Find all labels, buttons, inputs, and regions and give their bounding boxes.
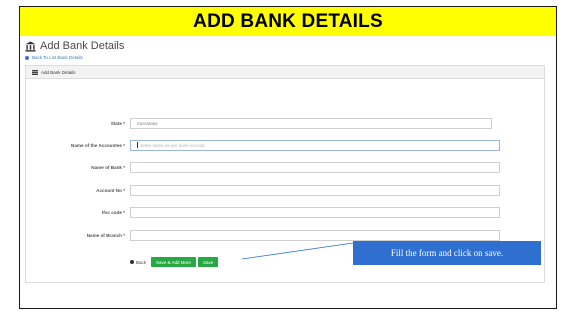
slide-banner: ADD BANK DETAILS — [20, 7, 556, 36]
back-circle-icon — [130, 260, 134, 264]
form-row-bank-name: Name of Bank * — [26, 161, 544, 173]
branch-label: Name of Branch * — [86, 232, 125, 238]
account-no-label: Account No * — [96, 187, 125, 193]
form-row-accountee: Name of the Accountee * Enter name as pe… — [26, 139, 544, 151]
form-row-branch: Name of Branch * — [26, 229, 544, 241]
page-title: Add Bank Details — [25, 40, 124, 52]
form-row-state: State * Karnataka — [26, 117, 544, 129]
account-no-input[interactable] — [130, 184, 500, 196]
accountee-placeholder: Enter name as per bank records — [140, 142, 205, 148]
back-to-list-link[interactable]: Back To List Bank Details — [25, 55, 83, 60]
save-add-more-button[interactable]: Save & Add More — [151, 257, 197, 267]
form-actions: Back Save & Add More Save — [130, 256, 220, 268]
banner-title: ADD BANK DETAILS — [193, 10, 383, 32]
callout-text: Fill the form and click on save. — [390, 248, 504, 258]
table-icon — [32, 69, 38, 75]
state-label: State * — [110, 120, 125, 126]
state-select[interactable]: Karnataka — [130, 117, 492, 129]
back-button-label: Back — [136, 259, 147, 265]
page-title-text: Add Bank Details — [40, 40, 125, 52]
accountee-input[interactable]: Enter name as per bank records — [130, 139, 500, 151]
text-caret — [137, 142, 138, 148]
form-row-ifsc: Ifsc code * — [26, 206, 544, 218]
back-arrow-icon — [25, 55, 29, 60]
accountee-label: Name of the Accountee * — [71, 142, 125, 148]
branch-input[interactable] — [130, 229, 500, 241]
state-value: Karnataka — [137, 120, 158, 126]
panel-heading-text: Add Bank Details — [41, 69, 76, 75]
callout-box: Fill the form and click on save. — [353, 241, 541, 265]
bank-name-label: Name of Bank * — [91, 164, 125, 170]
slide-frame: ADD BANK DETAILS Add Bank Details Back T… — [19, 6, 557, 309]
form-row-account-no: Account No * — [26, 184, 544, 196]
back-link-label[interactable]: Back To List Bank Details — [32, 55, 83, 60]
panel-heading: Add Bank Details — [26, 66, 544, 79]
ifsc-input[interactable] — [130, 206, 500, 218]
back-button[interactable]: Back — [130, 260, 146, 265]
save-button[interactable]: Save — [198, 257, 219, 267]
ifsc-label: Ifsc code * — [102, 209, 125, 215]
bank-icon — [25, 40, 36, 52]
bank-name-input[interactable] — [130, 161, 500, 173]
